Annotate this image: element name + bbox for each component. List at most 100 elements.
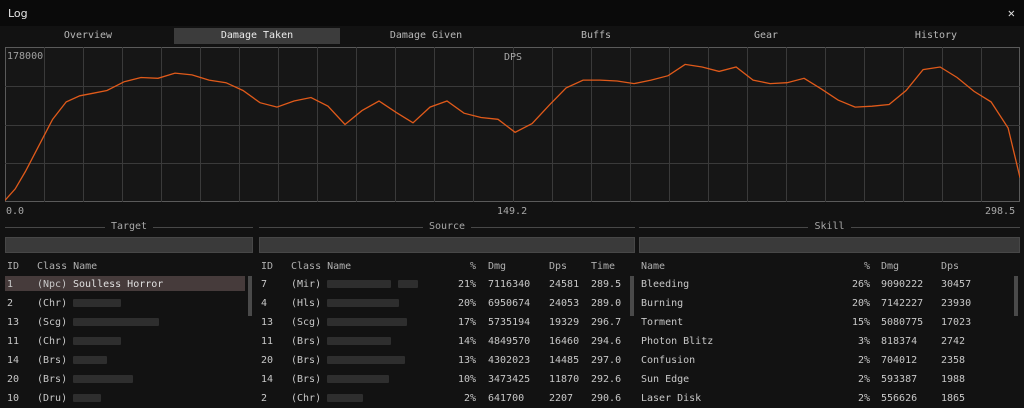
row-time: 289.5 — [591, 279, 622, 290]
redacted-name — [73, 337, 121, 345]
row-skill-name: Laser Disk — [641, 393, 702, 404]
row-dps: 14485 — [549, 355, 580, 366]
row-class: (Npc) — [37, 279, 68, 290]
source-header-dmg[interactable]: Dmg — [488, 261, 506, 272]
redacted-name — [73, 299, 121, 307]
skill-filter-input[interactable] — [639, 237, 1020, 253]
row-dps: 11870 — [549, 374, 580, 385]
row-class: (Mir) — [291, 279, 322, 290]
row-class: (Scg) — [291, 317, 322, 328]
row-id: 11 — [7, 336, 20, 347]
row-dps: 1865 — [941, 393, 966, 404]
row-dmg: 6950674 — [488, 298, 531, 309]
target-header-class-name[interactable]: Class Name — [37, 261, 97, 272]
redacted-name — [327, 356, 405, 364]
row-pct: 2% — [857, 355, 870, 366]
row-id: 2 — [7, 298, 14, 309]
row-pct: 2% — [463, 393, 476, 404]
row-skill-name: Confusion — [641, 355, 696, 366]
x-tick-label: 298.5 — [985, 206, 1016, 217]
redacted-name — [73, 394, 101, 402]
row-id: 1 — [7, 279, 14, 290]
source-header-pct[interactable]: % — [440, 261, 476, 272]
row-time: 289.0 — [591, 298, 622, 309]
row-skill-name: Torment — [641, 317, 684, 328]
row-dmg: 4849570 — [488, 336, 531, 347]
source-header-class-name[interactable]: Class Name — [291, 261, 351, 272]
row-pct: 15% — [851, 317, 870, 328]
row-dps: 1988 — [941, 374, 966, 385]
row-dmg: 7116340 — [488, 279, 531, 290]
row-class: (Brs) — [291, 355, 322, 366]
row-dmg: 641700 — [488, 393, 525, 404]
row-class: (Brs) — [37, 374, 68, 385]
source-header-dps[interactable]: Dps — [549, 261, 567, 272]
row-pct: 2% — [857, 374, 870, 385]
tab-damage-given[interactable]: Damage Given — [342, 28, 510, 44]
target-scrollbar[interactable] — [248, 276, 252, 316]
row-id: 20 — [7, 374, 20, 385]
row-dmg: 5080775 — [881, 317, 924, 328]
row-dps: 24053 — [549, 298, 580, 309]
skill-scrollbar[interactable] — [1014, 276, 1018, 316]
row-pct: 2% — [857, 393, 870, 404]
tab-damage-taken[interactable]: Damage Taken — [174, 28, 340, 44]
source-section-header: Source — [259, 221, 635, 233]
row-class: (Chr) — [37, 336, 68, 347]
redacted-name — [327, 337, 391, 345]
target-header-id[interactable]: ID — [7, 261, 19, 272]
row-dmg: 818374 — [881, 336, 918, 347]
row-pct: 10% — [457, 374, 476, 385]
row-skill-name: Photon Blitz — [641, 336, 714, 347]
row-id: 2 — [261, 393, 268, 404]
row-dmg: 9090222 — [881, 279, 924, 290]
row-dps: 24581 — [549, 279, 580, 290]
target-filter-input[interactable] — [5, 237, 253, 253]
row-dps: 16460 — [549, 336, 580, 347]
skill-section-label: Skill — [808, 221, 851, 232]
row-id: 13 — [261, 317, 274, 328]
tab-bar: Overview Damage Taken Damage Given Buffs… — [4, 28, 1020, 44]
window-title: Log — [8, 7, 28, 20]
row-dmg: 593387 — [881, 374, 918, 385]
tab-gear[interactable]: Gear — [682, 28, 850, 44]
target-section-header: Target — [5, 221, 253, 233]
row-skill-name: Sun Edge — [641, 374, 690, 385]
redacted-name — [73, 318, 159, 326]
source-section-label: Source — [422, 221, 472, 232]
row-id: 11 — [261, 336, 274, 347]
row-id: 13 — [7, 317, 20, 328]
row-pct: 3% — [857, 336, 870, 347]
row-dps: 2742 — [941, 336, 966, 347]
tab-buffs[interactable]: Buffs — [512, 28, 680, 44]
tab-overview[interactable]: Overview — [4, 28, 172, 44]
row-dps: 23930 — [941, 298, 972, 309]
row-dps: 17023 — [941, 317, 972, 328]
tab-history[interactable]: History — [852, 28, 1020, 44]
source-header-time[interactable]: Time — [591, 261, 615, 272]
row-dmg: 5735194 — [488, 317, 531, 328]
skill-header-dmg[interactable]: Dmg — [881, 261, 899, 272]
chart-title: DPS — [504, 52, 522, 63]
row-dmg: 704012 — [881, 355, 918, 366]
row-pct: 17% — [457, 317, 476, 328]
source-filter-input[interactable] — [259, 237, 635, 253]
skill-header-dps[interactable]: Dps — [941, 261, 959, 272]
row-pct: 14% — [457, 336, 476, 347]
target-section-label: Target — [104, 221, 154, 232]
source-scrollbar[interactable] — [630, 276, 634, 316]
row-id: 14 — [7, 355, 20, 366]
row-time: 294.6 — [591, 336, 622, 347]
y-max-label: 178000 — [7, 51, 43, 62]
source-header-id[interactable]: ID — [261, 261, 273, 272]
row-pct: 20% — [851, 298, 870, 309]
row-dps: 2358 — [941, 355, 966, 366]
skill-header-pct[interactable]: % — [830, 261, 870, 272]
row-class: (Hls) — [291, 298, 322, 309]
redacted-name — [327, 318, 407, 326]
skill-header-name[interactable]: Name — [641, 261, 665, 272]
row-dmg: 7142227 — [881, 298, 924, 309]
row-dmg: 3473425 — [488, 374, 531, 385]
dps-chart-svg: 178000 DPS — [5, 47, 1020, 202]
close-icon[interactable]: ✕ — [1008, 6, 1015, 20]
